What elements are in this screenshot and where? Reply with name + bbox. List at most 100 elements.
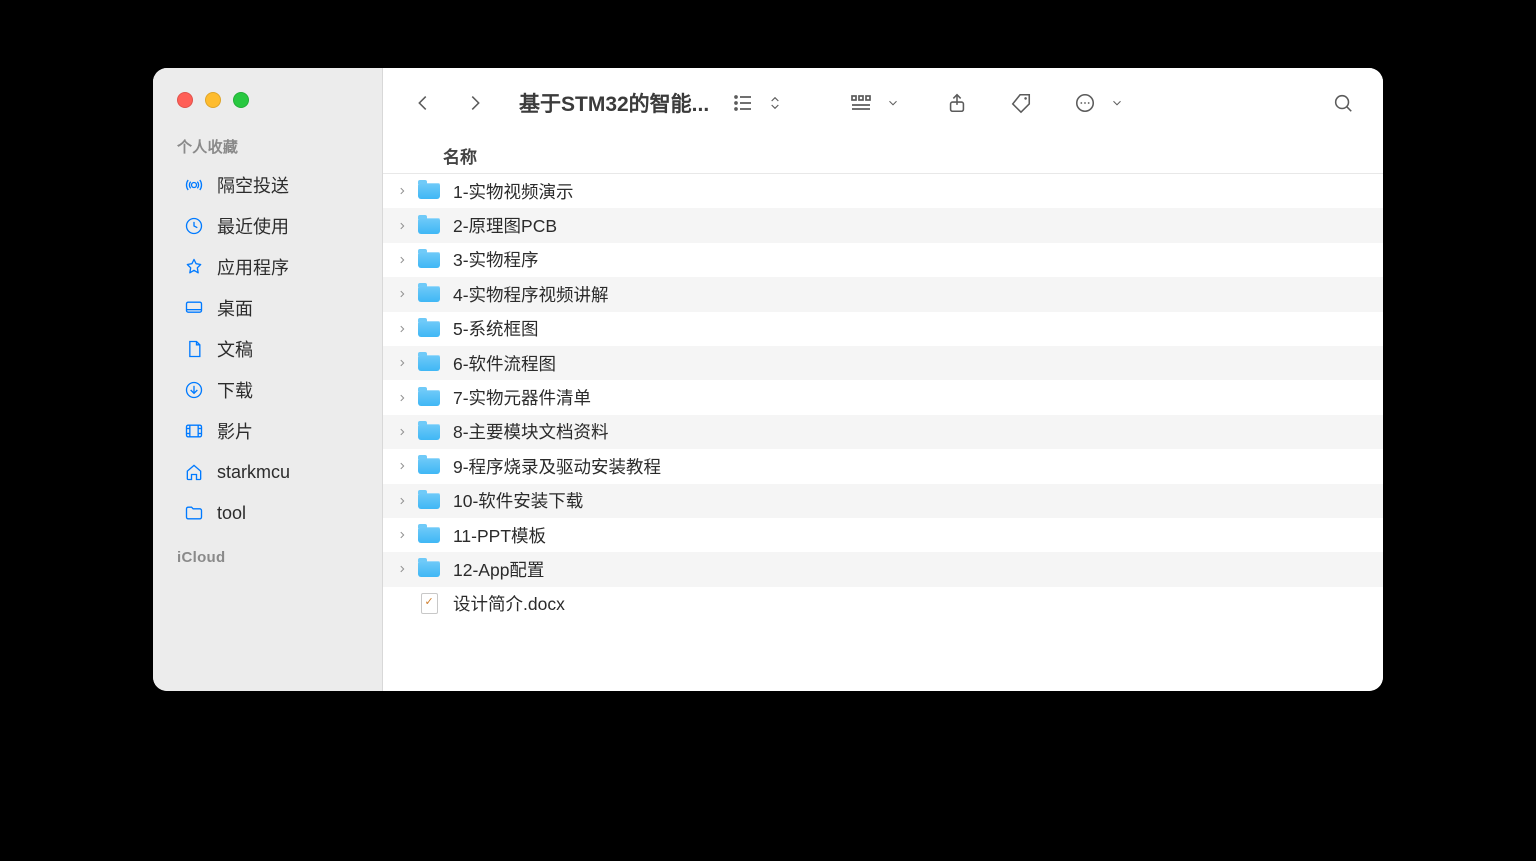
file-row[interactable]: 2-原理图PCB [383, 208, 1383, 242]
folder-icon [417, 523, 441, 547]
sidebar-item-desktop[interactable]: 桌面 [159, 289, 376, 327]
sidebar-item-home[interactable]: starkmcu [159, 453, 376, 491]
file-row[interactable]: 4-实物程序视频讲解 [383, 277, 1383, 311]
sidebar-section-favorites: 个人收藏 [153, 122, 382, 163]
disclosure-chevron-icon[interactable] [395, 219, 409, 233]
folder-icon [417, 489, 441, 513]
search-button[interactable] [1329, 89, 1357, 117]
sidebar-item-download[interactable]: 下载 [159, 371, 376, 409]
folder-icon [417, 317, 441, 341]
file-row[interactable]: 7-实物元器件清单 [383, 380, 1383, 414]
sidebar-item-label: 下载 [217, 377, 253, 403]
file-row[interactable]: 3-实物程序 [383, 243, 1383, 277]
sidebar-item-label: starkmcu [217, 462, 290, 483]
chevron-down-icon [879, 89, 907, 117]
forward-button[interactable] [461, 89, 489, 117]
sidebar-item-label: 桌面 [217, 295, 253, 321]
clock-icon [183, 215, 205, 237]
close-window-button[interactable] [177, 92, 193, 108]
file-row[interactable]: 8-主要模块文档资料 [383, 415, 1383, 449]
sidebar-item-label: 影片 [217, 418, 253, 444]
folder-icon [417, 386, 441, 410]
download-icon [183, 379, 205, 401]
file-row[interactable]: 设计简介.docx [383, 587, 1383, 621]
file-name: 11-PPT模板 [453, 523, 546, 548]
disclosure-chevron-icon[interactable] [395, 425, 409, 439]
file-row[interactable]: 6-软件流程图 [383, 346, 1383, 380]
sidebar-item-apps[interactable]: 应用程序 [159, 248, 376, 286]
file-name: 1-实物视频演示 [453, 179, 574, 204]
sidebar-item-airdrop[interactable]: 隔空投送 [159, 166, 376, 204]
file-name: 2-原理图PCB [453, 213, 557, 238]
disclosure-chevron-icon[interactable] [395, 287, 409, 301]
group-icon [847, 89, 875, 117]
view-mode-button[interactable] [729, 89, 789, 117]
file-row[interactable]: 1-实物视频演示 [383, 174, 1383, 208]
file-name: 10-软件安装下载 [453, 488, 583, 513]
sidebar-item-clock[interactable]: 最近使用 [159, 207, 376, 245]
desktop-icon [183, 297, 205, 319]
window-title: 基于STM32的智能... [519, 88, 709, 118]
disclosure-chevron-icon[interactable] [395, 459, 409, 473]
folder-icon [417, 214, 441, 238]
disclosure-chevron-icon[interactable] [395, 494, 409, 508]
sidebar-item-label: 应用程序 [217, 254, 289, 280]
up-down-chevron-icon [761, 89, 789, 117]
sidebar-item-movie[interactable]: 影片 [159, 412, 376, 450]
file-row[interactable]: 5-系统框图 [383, 312, 1383, 346]
disclosure-chevron-icon[interactable] [395, 528, 409, 542]
disclosure-chevron-icon[interactable] [395, 391, 409, 405]
minimize-window-button[interactable] [205, 92, 221, 108]
column-name-label: 名称 [443, 143, 477, 168]
file-name: 6-软件流程图 [453, 351, 556, 376]
finder-window: 个人收藏 隔空投送最近使用应用程序桌面文稿下载影片 starkmcu tool iC… [153, 68, 1383, 691]
column-header[interactable]: 名称 [383, 138, 1383, 174]
file-name: 设计简介.docx [453, 591, 565, 616]
back-button[interactable] [409, 89, 437, 117]
folder-icon [417, 557, 441, 581]
tag-button[interactable] [1007, 89, 1035, 117]
disclosure-chevron-icon[interactable] [395, 562, 409, 576]
folder-icon [417, 248, 441, 272]
file-name: 8-主要模块文档资料 [453, 419, 609, 444]
share-button[interactable] [943, 89, 971, 117]
home-icon [183, 461, 205, 483]
apps-icon [183, 256, 205, 278]
sidebar-item-folder[interactable]: tool [159, 494, 376, 532]
file-name: 12-App配置 [453, 557, 544, 582]
file-row[interactable]: 11-PPT模板 [383, 518, 1383, 552]
disclosure-chevron-icon[interactable] [395, 253, 409, 267]
file-list: 1-实物视频演示 2-原理图PCB 3-实物程序 4-实物程序视频讲解 5-系统框图 6-… [383, 174, 1383, 691]
file-name: 4-实物程序视频讲解 [453, 282, 609, 307]
file-row[interactable]: 10-软件安装下载 [383, 484, 1383, 518]
folder-icon [417, 454, 441, 478]
sidebar-item-label: 最近使用 [217, 213, 289, 239]
sidebar-section-icloud: iCloud [153, 535, 382, 572]
file-name: 7-实物元器件清单 [453, 385, 591, 410]
file-name: 5-系统框图 [453, 316, 539, 341]
window-controls [153, 68, 382, 122]
list-view-icon [729, 89, 757, 117]
document-icon [417, 592, 441, 616]
file-row[interactable]: 9-程序烧录及驱动安装教程 [383, 449, 1383, 483]
group-by-button[interactable] [847, 89, 907, 117]
document-icon [183, 338, 205, 360]
file-name: 9-程序烧录及驱动安装教程 [453, 454, 661, 479]
disclosure-chevron-icon[interactable] [395, 184, 409, 198]
file-row[interactable]: 12-App配置 [383, 552, 1383, 586]
ellipsis-circle-icon [1071, 89, 1099, 117]
disclosure-chevron-icon[interactable] [395, 356, 409, 370]
movie-icon [183, 420, 205, 442]
folder-icon [417, 351, 441, 375]
folder-icon [417, 282, 441, 306]
zoom-window-button[interactable] [233, 92, 249, 108]
sidebar-item-document[interactable]: 文稿 [159, 330, 376, 368]
disclosure-chevron-icon[interactable] [395, 322, 409, 336]
file-name: 3-实物程序 [453, 247, 539, 272]
main-pane: 基于STM32的智能... [383, 68, 1383, 691]
action-menu-button[interactable] [1071, 89, 1131, 117]
toolbar: 基于STM32的智能... [383, 68, 1383, 138]
sidebar-item-label: tool [217, 503, 246, 524]
sidebar-item-label: 隔空投送 [217, 172, 289, 198]
folder-icon [183, 502, 205, 524]
